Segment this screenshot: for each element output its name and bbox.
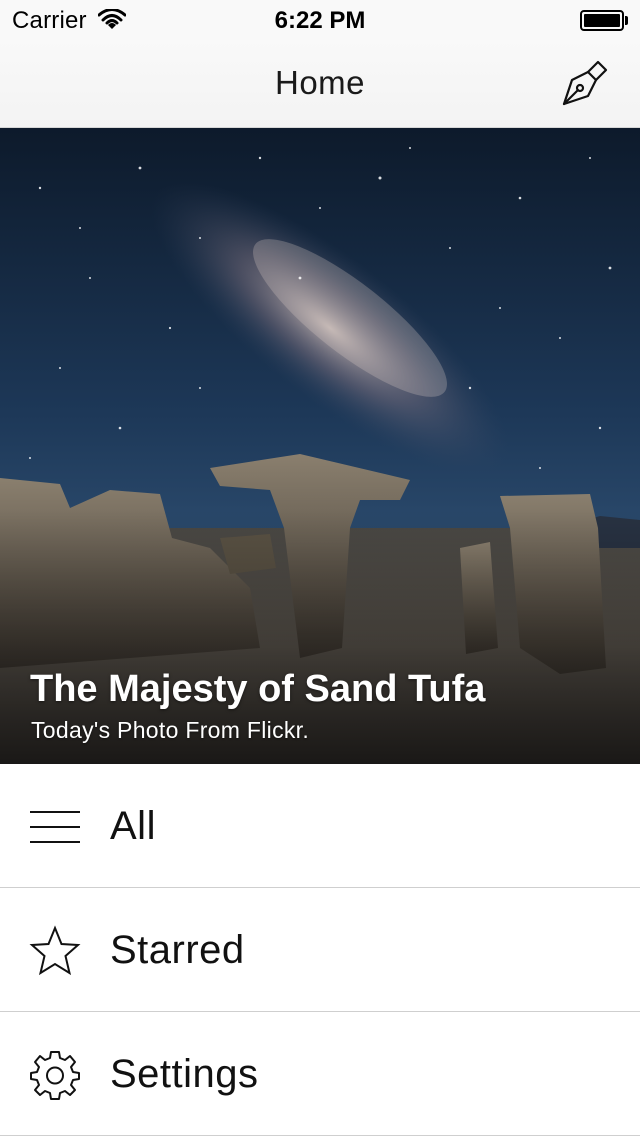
menu-lines-icon bbox=[30, 811, 80, 843]
menu-item-label: All bbox=[110, 804, 156, 848]
compose-button[interactable] bbox=[558, 56, 612, 110]
clock-label: 6:22 PM bbox=[274, 7, 366, 34]
gear-icon bbox=[30, 1051, 80, 1100]
navigation-bar: Home bbox=[0, 40, 640, 128]
menu-item-starred[interactable]: Starred bbox=[0, 888, 640, 1012]
photo-title: The Majesty of Sand Tufa bbox=[30, 668, 486, 710]
menu-item-label: Starred bbox=[110, 928, 245, 972]
navigation-menu: All Starred Settings bbox=[0, 764, 640, 1136]
page-title: Home bbox=[274, 64, 366, 101]
menu-item-settings[interactable]: Settings bbox=[0, 1012, 640, 1136]
photo-subtitle: Today's Photo From Flickr. bbox=[31, 717, 310, 743]
battery-icon bbox=[580, 10, 628, 31]
status-bar: Carrier 6:22 PM bbox=[0, 0, 640, 40]
menu-item-all[interactable]: All bbox=[0, 764, 640, 888]
menu-item-label: Settings bbox=[110, 1052, 259, 1096]
star-icon bbox=[29, 925, 81, 976]
featured-photo[interactable]: The Majesty of Sand Tufa Today's Photo F… bbox=[0, 128, 640, 764]
